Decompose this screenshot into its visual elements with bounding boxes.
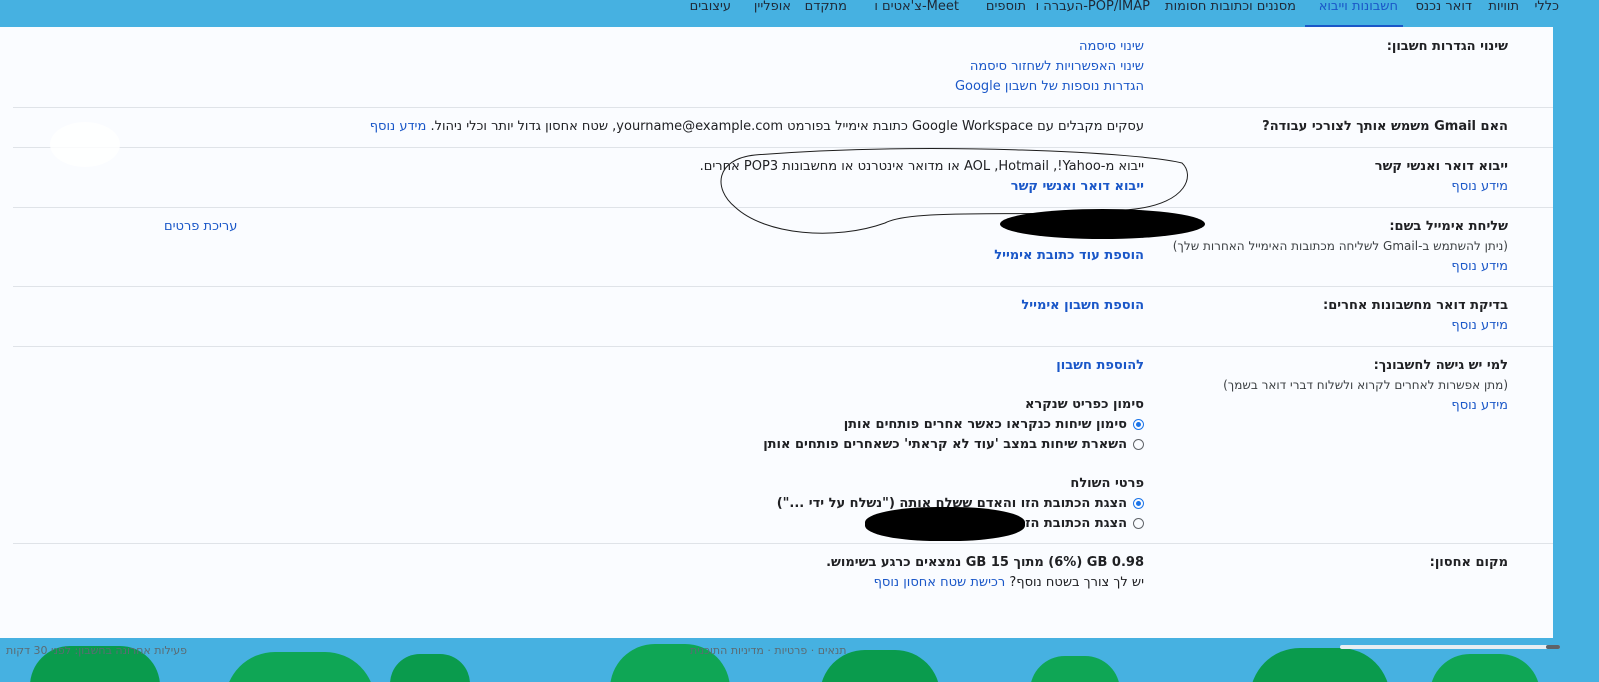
radio-unselected-icon[interactable]	[1133, 518, 1144, 529]
gmail-for-work-text: עסקים מקבלים עם Google Workspace כתובת א…	[370, 119, 1144, 134]
workspace-description: עסקים מקבלים עם Google Workspace כתובת א…	[430, 119, 1144, 134]
tab-forwarding[interactable]: העברה ו-POP/IMAP	[1036, 0, 1150, 14]
gmail-for-work-label: האם Gmail משמש אותך לצורכי עבודה?	[1262, 119, 1508, 134]
add-email-address-link[interactable]: הוספת עוד כתובת אימייל	[994, 248, 1144, 263]
tab-accounts-import[interactable]: חשבונות וייבוא	[1319, 0, 1398, 14]
tab-advanced[interactable]: מתקדם	[805, 0, 847, 14]
cloud-decoration	[50, 122, 120, 167]
storage-more-row: יש לך צורך בשטח נוסף? רכישת שטח אחסון נו…	[874, 575, 1144, 590]
tab-filters[interactable]: מסננים וכתובות חסומות	[1165, 0, 1296, 14]
divider	[13, 107, 1553, 108]
change-recovery-link[interactable]: שינוי האפשרויות לשחזור סיסמה	[970, 59, 1144, 74]
google-account-settings-link[interactable]: הגדרות נוספות של חשבון Google	[955, 79, 1144, 94]
mark-as-read-heading: סימון כפריט שנקרא	[1024, 397, 1144, 412]
mark-read-option[interactable]: סימון שיחות כנקראו כאשר אחרים פותחים אות…	[844, 417, 1144, 432]
workspace-learn-more-link[interactable]: מידע נוסף	[370, 119, 427, 134]
add-mail-account-link[interactable]: הוספת חשבון אימייל	[1021, 298, 1144, 313]
keep-unread-option[interactable]: השארת שיחות במצב 'עוד לא קראתי' כשאחרים …	[763, 437, 1144, 452]
grant-access-learn-more-link[interactable]: מידע נוסף	[1451, 398, 1508, 413]
tab-general[interactable]: כללי	[1534, 0, 1559, 14]
tab-labels[interactable]: תוויות	[1488, 0, 1519, 14]
hill-decoration	[1250, 648, 1390, 682]
terms-privacy-links[interactable]: תנאים · פרטיות · מדיניות התוכנית	[690, 644, 846, 657]
redaction-scribble	[865, 507, 1025, 541]
grant-access-hint: (מתן אפשרות לאחרים לקרוא ולשלוח דברי דוא…	[1223, 378, 1508, 392]
hill-decoration	[1030, 656, 1120, 682]
redaction-scribble	[1000, 209, 1205, 239]
last-activity-text[interactable]: פעילות אחרונה בחשבון: לפני 30 דקות	[6, 644, 187, 657]
storage-label: מקום אחסון:	[1429, 555, 1508, 570]
settings-panel: שינוי הגדרות חשבון: שינוי סיסמה שינוי הא…	[0, 27, 1553, 638]
tab-offline[interactable]: אופליין	[754, 0, 791, 14]
send-as-hint: (ניתן להשתמש ב-Gmail לשליחה מכתובות האימ…	[1172, 239, 1508, 253]
sender-info-heading: פרטי השולח	[1070, 476, 1144, 491]
send-as-label: שליחת אימייל בשם:	[1389, 219, 1508, 234]
tab-chat-meet[interactable]: צ'אטים ו-Meet	[874, 0, 959, 14]
storage-progress-bar	[1340, 645, 1560, 649]
tab-themes[interactable]: עיצובים	[690, 0, 731, 14]
progress-fill	[1546, 645, 1560, 649]
grant-access-label: למי יש גישה לחשבונך:	[1373, 358, 1508, 373]
change-account-label: שינוי הגדרות חשבון:	[1386, 39, 1508, 54]
edit-info-link[interactable]: עריכת פרטים	[164, 219, 237, 234]
divider	[13, 286, 1553, 287]
storage-usage: 0.98 GB‏ (6%) מתוך 15 GB נמצאים כרגע בשי…	[826, 555, 1144, 570]
radio-selected-icon[interactable]	[1133, 498, 1144, 509]
hill-decoration	[1430, 654, 1540, 682]
send-as-learn-more-link[interactable]: מידע נוסף	[1451, 259, 1508, 274]
hill-decoration	[225, 652, 375, 682]
change-password-link[interactable]: שינוי סיסמה	[1079, 39, 1144, 54]
buy-storage-link[interactable]: רכישת שטח אחסון נוסף	[874, 575, 1006, 590]
radio-selected-icon[interactable]	[1133, 419, 1144, 430]
footer: פעילות אחרונה בחשבון: לפני 30 דקות תנאים…	[0, 638, 1599, 682]
divider	[13, 543, 1553, 544]
tab-addons[interactable]: תוספים	[986, 0, 1026, 14]
settings-tabs: כללי תוויות דואר נכנס חשבונות וייבוא מסנ…	[0, 0, 1599, 28]
tab-inbox[interactable]: דואר נכנס	[1415, 0, 1472, 14]
radio-unselected-icon[interactable]	[1133, 439, 1144, 450]
import-label: ייבוא דואר ואנשי קשר	[1374, 159, 1508, 174]
hill-decoration	[390, 654, 470, 682]
import-learn-more-link[interactable]: מידע נוסף	[1451, 179, 1508, 194]
check-mail-label: בדיקת דואר מחשבונות אחרים:	[1323, 298, 1508, 313]
check-mail-learn-more-link[interactable]: מידע נוסף	[1451, 318, 1508, 333]
divider	[13, 346, 1553, 347]
mark-read-option-label: סימון שיחות כנקראו כאשר אחרים פותחים אות…	[843, 417, 1127, 432]
need-more-space-text: יש לך צורך בשטח נוסף?	[1009, 575, 1144, 590]
keep-unread-option-label: השארת שיחות במצב 'עוד לא קראתי' כשאחרים …	[763, 437, 1127, 452]
add-account-link[interactable]: להוספת חשבון	[1056, 358, 1144, 373]
